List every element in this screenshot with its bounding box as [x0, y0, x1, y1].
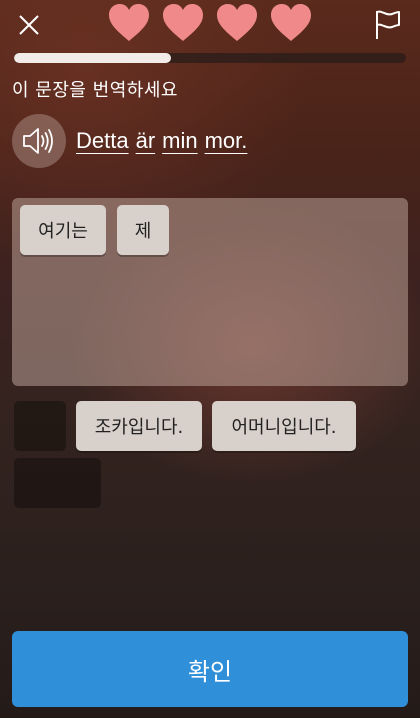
heart-icon	[271, 4, 311, 41]
source-sentence: Detta är min mor.	[76, 128, 254, 154]
heart-icon	[163, 4, 203, 41]
hearts-lives	[108, 3, 324, 43]
sentence-word[interactable]: är	[136, 128, 156, 154]
word-bank-empty-slot	[14, 401, 66, 451]
close-button[interactable]	[14, 10, 44, 40]
heart-icon	[217, 4, 257, 41]
sentence-word[interactable]: Detta	[76, 128, 129, 154]
progress-fill	[14, 53, 171, 63]
play-audio-button[interactable]	[12, 114, 66, 168]
top-bar	[0, 0, 420, 50]
sentence-word[interactable]: min	[162, 128, 197, 154]
word-bank-tile[interactable]: 어머니입니다.	[212, 401, 356, 451]
word-bank-tile[interactable]: 조카입니다.	[76, 401, 202, 451]
answer-area[interactable]: 여기는 제	[12, 198, 408, 386]
close-x-icon	[19, 15, 39, 35]
instruction-text: 이 문장을 번역하세요	[12, 80, 178, 101]
answer-tile[interactable]: 제	[117, 205, 169, 255]
answer-tile[interactable]: 여기는	[20, 205, 106, 255]
sentence-word[interactable]: mor.	[205, 128, 248, 154]
prompt-row: Detta är min mor.	[12, 114, 254, 168]
flag-icon	[376, 10, 400, 39]
report-flag-button[interactable]	[372, 9, 404, 41]
lesson-progress-bar	[14, 53, 406, 63]
word-bank-empty-slot	[14, 458, 101, 508]
speaker-icon	[23, 128, 53, 154]
confirm-button[interactable]: 확인	[12, 631, 408, 707]
heart-icon	[109, 4, 149, 41]
